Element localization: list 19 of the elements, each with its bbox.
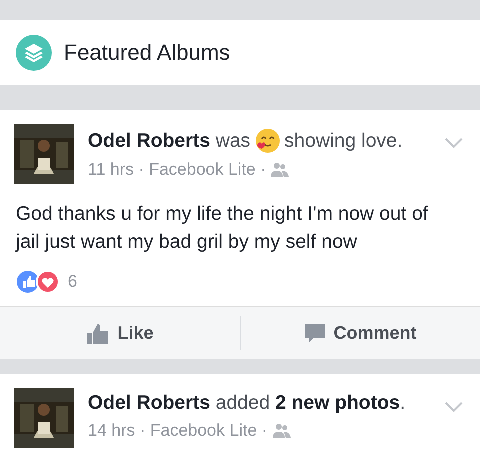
albums-icon	[16, 34, 52, 70]
post-text: God thanks u for my life the night I'm now out of jail just want my bad gril by my self now	[14, 202, 430, 255]
section-title: Featured Albums	[64, 40, 230, 66]
emoji-icon	[254, 128, 281, 154]
thumbs-up-icon	[86, 321, 110, 345]
friends-icon	[272, 423, 291, 439]
chevron-down-icon[interactable]	[444, 400, 464, 414]
post-meta: 14 hrs · Facebook Lite ·	[88, 421, 268, 441]
post-headline: Odel Roberts added 2 new photos.	[88, 392, 406, 415]
reaction-count: 6	[68, 272, 78, 292]
chevron-down-icon[interactable]	[444, 136, 464, 150]
friends-icon	[271, 162, 290, 178]
post-headline: Odel Roberts was	[88, 130, 251, 152]
post-meta: 11 hrs · Facebook Lite ·	[88, 160, 266, 180]
comment-button[interactable]: Comment	[240, 307, 480, 359]
featured-albums-bar[interactable]: Featured Albums	[0, 20, 480, 85]
like-button[interactable]: Like	[0, 307, 240, 359]
speech-bubble-icon	[304, 322, 326, 344]
post-headline: showing love.	[284, 130, 403, 152]
